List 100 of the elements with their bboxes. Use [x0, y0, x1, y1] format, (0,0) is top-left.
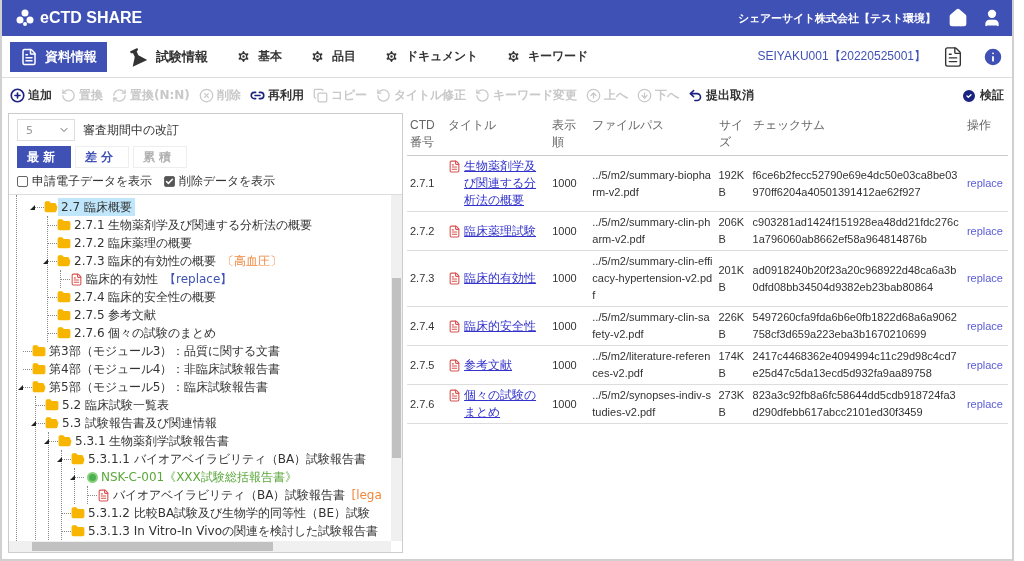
tree-item[interactable]: バイオアベイラビリティ（BA）試験報告書 [110, 486, 349, 504]
title-link[interactable]: 参考文献 [464, 356, 513, 374]
expander-icon[interactable] [57, 456, 62, 462]
table-cell: 192KB [715, 155, 750, 212]
table-cell: ../5/m2/summary-clin-efficacy-hypertension-v2.pdf [589, 250, 716, 307]
replace-link[interactable]: replace [966, 358, 1003, 371]
table-cell: 201KB [715, 250, 750, 307]
checkbox[interactable] [17, 176, 28, 187]
expander-icon[interactable] [70, 474, 75, 480]
tree-item[interactable]: 第4部（モジュール4）：非臨床試験報告書 [46, 360, 284, 378]
tree-item[interactable]: 2.7.5 参考文献 [71, 306, 160, 324]
tree-item[interactable]: 2.7.2 臨床薬理の概要 [71, 234, 196, 252]
table-cell: 1000 [549, 306, 590, 346]
expander-icon[interactable] [43, 258, 48, 264]
tree-item[interactable]: 5.3.1.3 In Vitro-In Vivoの関連を検討した試験報告書 [85, 522, 381, 540]
table-cell: 174KB [715, 345, 750, 385]
gear-icon [506, 49, 521, 64]
verify-button[interactable]: 検証 [961, 87, 1004, 104]
arrow-down-icon [636, 88, 652, 103]
tree-item[interactable]: 2.7.3 臨床的有効性の概要 [71, 252, 220, 270]
tree-item[interactable]: 2.7.1 生物薬剤学及び関連する分析法の概要 [71, 216, 316, 234]
replace-link[interactable]: replace [966, 319, 1003, 332]
replace-link[interactable]: replace [966, 224, 1003, 237]
nav-tab[interactable]: ドキュメント [374, 41, 488, 72]
x-circle-icon [198, 88, 214, 103]
title-link[interactable]: 臨床薬理試験 [464, 222, 537, 240]
document-icon[interactable] [942, 45, 964, 68]
undo-icon [474, 88, 490, 103]
check-circle-icon [961, 87, 977, 104]
plus-circle-icon [10, 88, 25, 103]
title-link[interactable]: 生物薬剤学及び関連する分析法の概要 [464, 158, 547, 209]
table-cell: 1000 [549, 250, 590, 307]
version-label: 審査期間中の改訂 [83, 121, 179, 139]
refresh-icon [112, 88, 127, 103]
tree-item[interactable]: 5.3.1.2 比較BA試験及び生物学的同等性（BE）試験 [85, 504, 374, 522]
nav-tab[interactable]: キーワード [496, 41, 598, 72]
toolbar-button[interactable]: 提出取消 [687, 87, 754, 104]
nav-tab[interactable]: 資料情報 [10, 41, 107, 72]
tree-item[interactable]: 5.3.1.1 バイオアベイラビリティ（BA）試験報告書 [85, 450, 370, 468]
table-cell: 5497260cfa9fda6b6e0fb1822d68a6a9062758cf3d659a223eba3b1670210699 [749, 306, 964, 346]
gear-icon [310, 49, 325, 64]
document-id: SEIYAKU001【20220525001】 [757, 48, 926, 65]
column-header: サイズ [715, 113, 750, 156]
table-cell: 1000 [549, 384, 590, 424]
column-header: 操作 [963, 113, 1008, 156]
toolbar-button[interactable]: 追加 [10, 87, 52, 104]
info-icon[interactable] [982, 45, 1004, 68]
checkbox-label: 申請電子データを表示 [32, 173, 152, 190]
table-cell: 2.7.5 [407, 345, 446, 385]
column-header: 表示順 [549, 113, 590, 156]
table-cell: ../5/m2/literature-references-v2.pdf [589, 345, 716, 385]
company-name: シェアーサイト株式会社【テスト環境】 [738, 10, 936, 26]
replace-link[interactable]: replace [966, 272, 1003, 284]
title-link[interactable]: 臨床的有効性 [464, 270, 537, 287]
table-cell: 1000 [549, 155, 590, 212]
table-cell: 823a3c92fb8a6fc58644dd5cdb918724fa3d290dfebb617abcc2101ed30f3459 [749, 384, 964, 424]
nav-tab[interactable]: 基本 [226, 41, 292, 72]
replace-link[interactable]: replace [966, 397, 1003, 410]
logo-icon [16, 9, 34, 27]
tree-item[interactable]: 5.2 臨床試験一覧表 [59, 396, 172, 414]
tree-item[interactable]: 5.3 試験報告書及び関連情報 [59, 414, 220, 432]
horizontal-scrollbar[interactable] [9, 541, 391, 552]
document-icon [448, 160, 462, 173]
table-cell: c903281ad1424f151928ea48dd21fdc276c1a796060ab8662ef58a964814876b [749, 211, 964, 251]
tree-item[interactable]: 第5部（モジュール5）：臨床試験報告書 [46, 378, 272, 396]
column-header: チェックサム [749, 113, 964, 156]
nav-tab[interactable]: 品目 [300, 41, 366, 72]
title-link[interactable]: 臨床的安全性 [464, 317, 537, 335]
mode-button[interactable]: 差分 [75, 146, 129, 168]
tree-item[interactable]: 2.7.6 個々の試験のまとめ [71, 324, 220, 342]
document-icon [448, 272, 462, 285]
checkbox[interactable] [164, 176, 175, 187]
table-cell: f6ce6b2fecc52790e69e4dc50e03ca8be03970ff6204a40501391412ae62f927 [749, 155, 964, 212]
expander-icon[interactable] [30, 204, 35, 210]
table-cell: 273KB [715, 384, 750, 424]
toolbar-button[interactable]: 再利用 [249, 87, 304, 104]
document-icon [70, 272, 83, 286]
vertical-scrollbar[interactable] [391, 195, 402, 541]
tree-item[interactable]: 第3部（モジュール3）：品質に関する文書 [46, 342, 284, 360]
tree-item[interactable]: 5.3.1 生物薬剤学試験報告書 [72, 432, 233, 450]
gear-icon [236, 49, 251, 64]
mode-button[interactable]: 最新 [17, 146, 71, 168]
copy-icon [312, 88, 328, 103]
tree-item[interactable]: 臨床的有効性 [83, 270, 161, 288]
undo-icon [61, 88, 76, 103]
column-header: ファイルパス [589, 113, 716, 156]
expander-icon[interactable] [18, 384, 23, 390]
nav-tab[interactable]: 試験情報 [115, 41, 218, 72]
title-link[interactable]: 個々の試験のまとめ [464, 387, 547, 421]
tree-item-tag: [lega [351, 487, 382, 503]
user-icon[interactable] [982, 8, 1002, 28]
expander-icon[interactable] [31, 420, 36, 426]
table-cell: 226KB [715, 306, 750, 346]
document-icon [97, 488, 110, 502]
document-icon [448, 389, 462, 402]
home-icon[interactable] [948, 8, 968, 28]
expander-icon[interactable] [44, 438, 49, 444]
tree-item[interactable]: 2.7 臨床概要 [58, 198, 135, 216]
replace-link[interactable]: replace [966, 177, 1003, 189]
tree-item[interactable]: 2.7.4 臨床的安全性の概要 [71, 288, 220, 306]
